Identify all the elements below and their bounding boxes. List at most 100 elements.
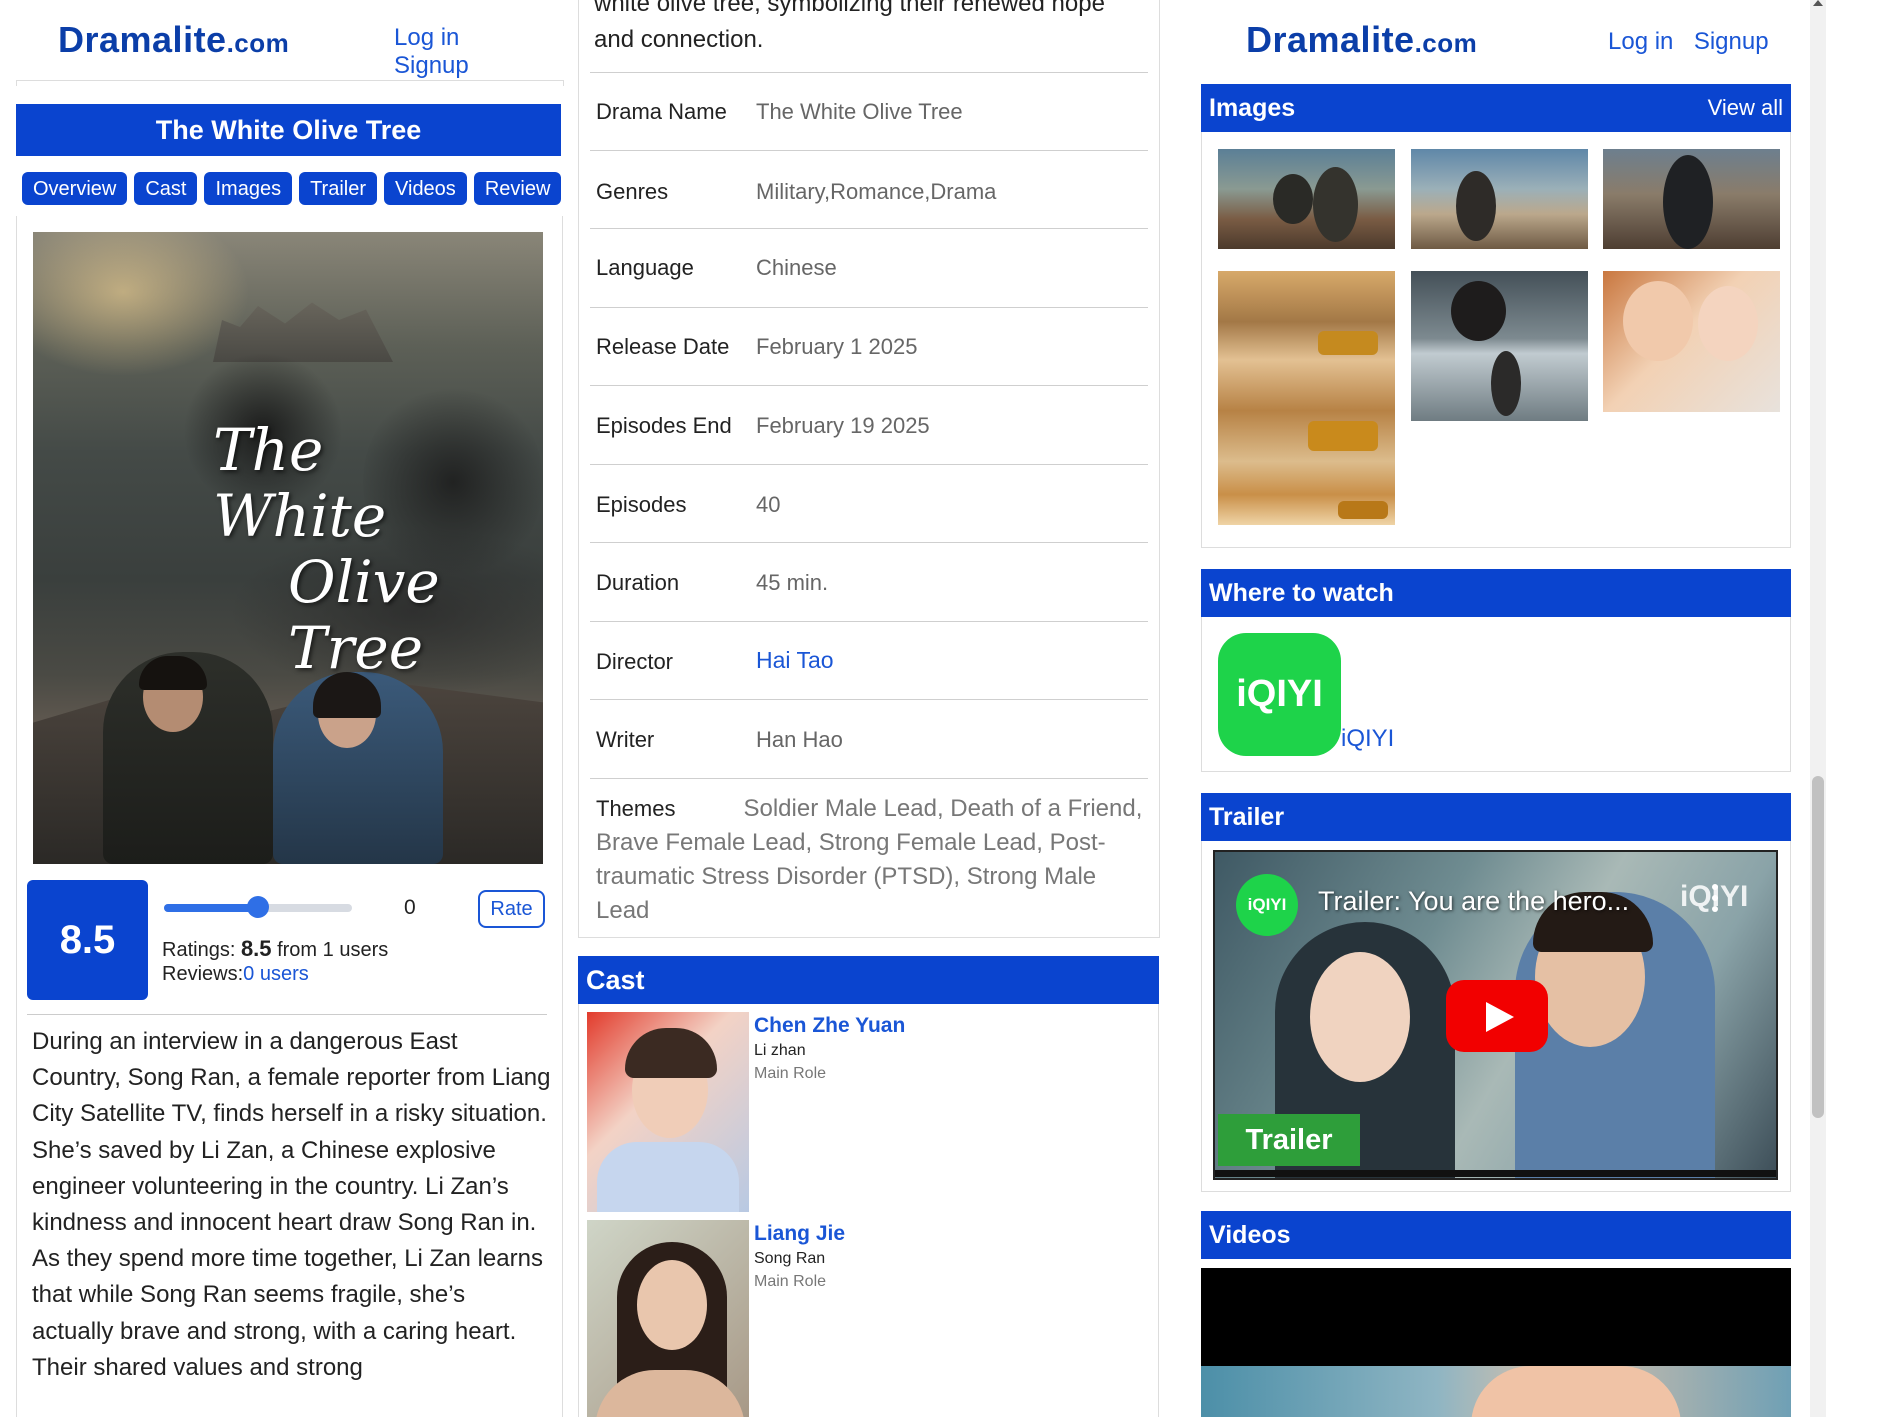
iqiyi-logo-icon[interactable]: iQIYI	[1218, 633, 1341, 756]
synopsis-divider	[27, 1014, 547, 1015]
page-scrollbar[interactable]	[1810, 0, 1826, 1417]
header-divider	[16, 80, 564, 86]
thumb-figure	[1456, 171, 1496, 241]
thumb-figure	[1451, 281, 1506, 341]
image-thumbnail[interactable]	[1603, 271, 1780, 412]
detail-label: Writer	[596, 727, 655, 752]
detail-value: February 1 2025	[756, 334, 918, 359]
detail-value: 45 min.	[756, 570, 829, 595]
reviews-prefix: Reviews:	[162, 963, 244, 985]
rating-slider[interactable]	[164, 896, 352, 918]
thumb-jeep	[1318, 331, 1378, 355]
cast-photo-hair	[625, 1028, 717, 1078]
detail-row-writer: Writer Han Hao	[590, 699, 1148, 778]
tab-review[interactable]: Review	[473, 172, 562, 205]
scroll-up-arrow-icon[interactable]	[1813, 0, 1823, 6]
detail-value: Han Hao	[756, 727, 843, 752]
reviews-users-link[interactable]: 0 users	[243, 963, 309, 985]
detail-row-duration: Duration 45 min.	[590, 542, 1148, 621]
iqiyi-platform-link[interactable]: iQIYI	[1341, 725, 1394, 753]
tab-overview[interactable]: Overview	[22, 172, 128, 205]
view-all-images-link[interactable]: View all	[1708, 84, 1783, 132]
tab-cast[interactable]: Cast	[134, 172, 198, 205]
detail-row-language: Language Chinese	[590, 228, 1148, 307]
drama-title-bar: The White Olive Tree	[16, 104, 561, 156]
ratings-score: 8.5	[240, 936, 272, 961]
play-icon[interactable]	[1446, 980, 1548, 1052]
brand-suffix: .com	[226, 28, 290, 58]
detail-label: Episodes	[596, 492, 687, 517]
ratings-summary: Ratings: 8.5 from 1 users	[162, 936, 388, 962]
detail-value: The White Olive Tree	[756, 99, 963, 124]
site-logo[interactable]: Dramalite.com	[58, 19, 289, 61]
login-link[interactable]: Log in	[394, 24, 459, 51]
rating-slider-fill	[164, 904, 258, 912]
brand-name: Dramalite	[58, 19, 227, 60]
poster-castle-art	[213, 302, 393, 362]
channel-avatar-icon[interactable]: iQIYI	[1236, 874, 1298, 936]
signup-link[interactable]: Signup	[394, 52, 469, 79]
video-progress-bar	[1215, 1170, 1776, 1177]
cast-section-header: Cast	[578, 956, 1159, 1004]
detail-row-genres: Genres Military,Romance,Drama	[590, 150, 1148, 228]
cast-photo-face	[637, 1260, 707, 1350]
image-thumbnail[interactable]	[1411, 271, 1588, 421]
tab-images[interactable]: Images	[204, 172, 293, 205]
thumb-figure	[1663, 155, 1713, 249]
director-link[interactable]: Hai Tao	[756, 647, 834, 674]
site-header-right: Dramalite.com Log in Signup	[1246, 0, 1816, 80]
cast-role: Main Role	[754, 1065, 827, 1082]
image-thumbnail[interactable]	[1218, 149, 1395, 249]
video-title[interactable]: Trailer: You are the hero...	[1318, 886, 1629, 917]
image-thumbnail[interactable]	[1218, 271, 1395, 525]
trailer-section-header: Trailer	[1201, 793, 1791, 841]
cast-name-link[interactable]: Chen Zhe Yuan	[754, 1014, 905, 1038]
signup-link[interactable]: Signup	[1694, 28, 1769, 55]
rate-button[interactable]: Rate	[478, 890, 545, 928]
detail-label: Themes	[596, 796, 676, 821]
poster-title: The White Olive Tree	[213, 417, 513, 681]
cast-photo[interactable]	[587, 1220, 749, 1417]
detail-row-themes: Themes Soldier Male Lead, Death of a Frie…	[596, 792, 1156, 928]
themes-value: Soldier Male Lead, Death of a Friend, Br…	[596, 795, 1143, 924]
tab-trailer[interactable]: Trailer	[299, 172, 378, 205]
rating-slider-thumb[interactable]	[247, 896, 269, 918]
poster-title-line2: Olive Tree	[288, 548, 440, 682]
scrollbar-thumb[interactable]	[1812, 776, 1824, 1118]
detail-label: Duration	[596, 570, 680, 595]
thumb-face	[1623, 281, 1693, 361]
detail-row-episodes: Episodes 40	[590, 464, 1148, 542]
video-face-female	[1310, 952, 1410, 1082]
detail-label: Language	[596, 255, 694, 280]
overview-text-last-line: and connection.	[594, 26, 764, 53]
detail-label: Episodes End	[596, 413, 732, 438]
videos-section-header: Videos	[1201, 1211, 1791, 1259]
detail-label: Drama Name	[596, 99, 727, 124]
images-heading: Images	[1209, 94, 1296, 122]
detail-value: Military,Romance,Drama	[756, 179, 997, 204]
videos-player[interactable]	[1201, 1268, 1791, 1366]
detail-row-release-date: Release Date February 1 2025	[590, 307, 1148, 385]
login-link[interactable]: Log in	[1608, 28, 1673, 55]
poster-title-line1: The White	[213, 416, 387, 550]
images-section-header: Images View all	[1201, 84, 1791, 132]
cast-name-link[interactable]: Liang Jie	[754, 1222, 845, 1246]
detail-label: Genres	[596, 179, 669, 204]
cast-photo[interactable]	[587, 1012, 749, 1212]
image-thumbnail[interactable]	[1411, 149, 1588, 249]
brand-suffix: .com	[1414, 28, 1478, 58]
image-thumbnail[interactable]	[1603, 149, 1780, 249]
drama-poster[interactable]: The White Olive Tree	[33, 232, 543, 864]
detail-row-episodes-end: Episodes End February 19 2025	[590, 385, 1148, 464]
thumb-jeep	[1338, 501, 1388, 519]
trailer-badge: Trailer	[1218, 1114, 1360, 1166]
brand-name: Dramalite	[1246, 19, 1415, 60]
site-header-left: Dramalite.com Log in Signup	[58, 0, 528, 80]
site-logo[interactable]: Dramalite.com	[1246, 19, 1477, 61]
videos-thumbnail-strip[interactable]	[1201, 1366, 1791, 1417]
detail-row-divider	[590, 778, 1148, 779]
overview-text-end: white olive tree, symbolizing their rene…	[594, 0, 1154, 58]
overview-text-cut-line: white olive tree, symbolizing their rene…	[594, 0, 1105, 17]
more-options-icon[interactable]	[1712, 884, 1720, 920]
tab-videos[interactable]: Videos	[384, 172, 467, 205]
